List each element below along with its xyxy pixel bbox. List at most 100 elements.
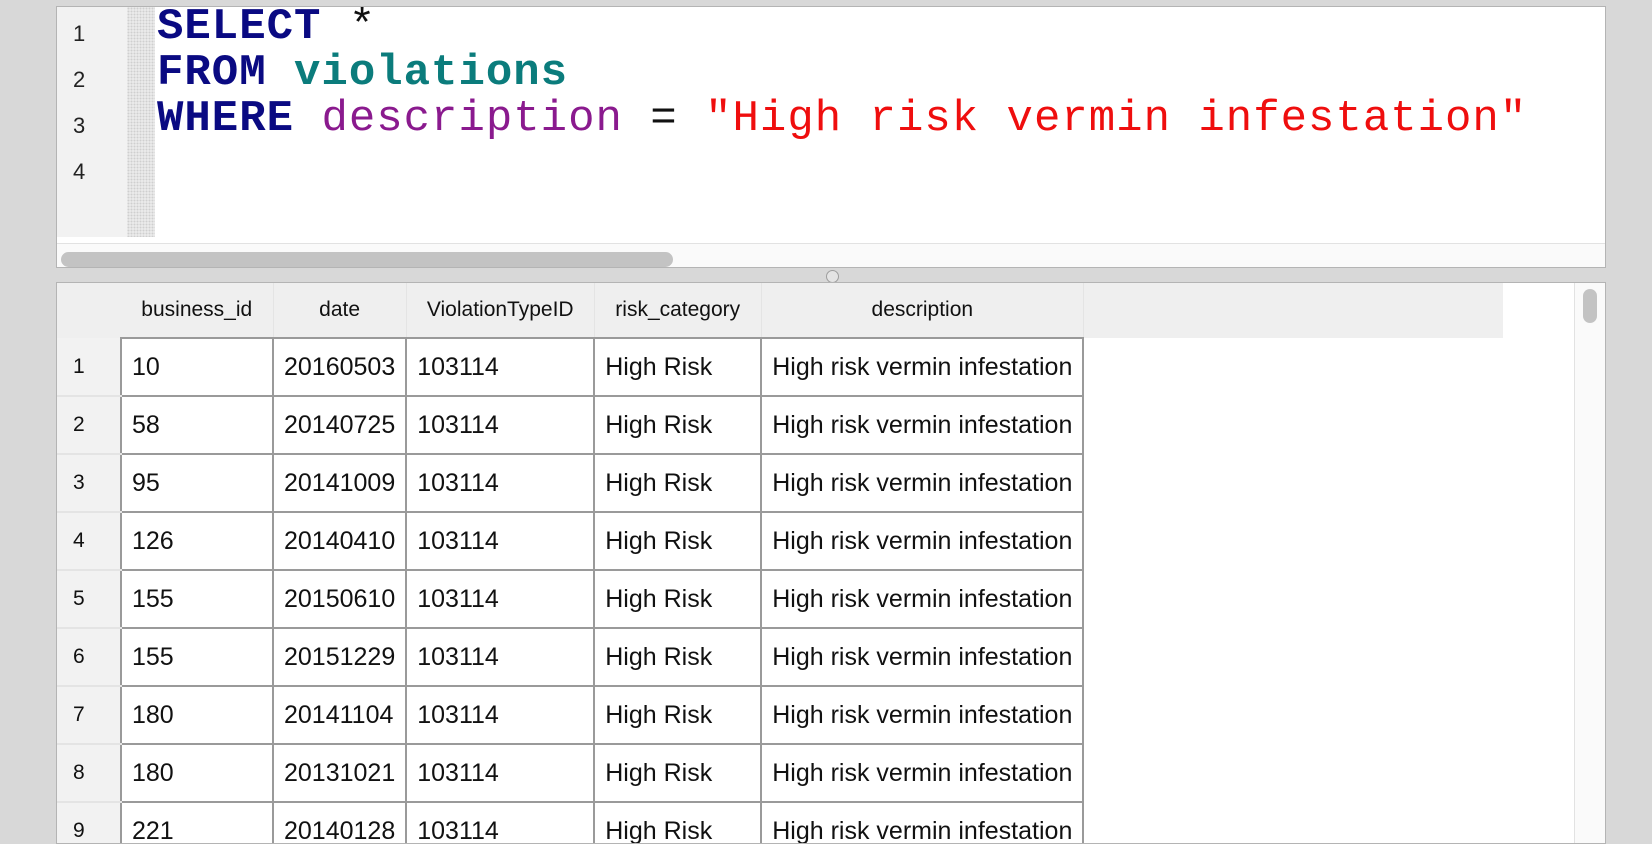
table-row[interactable]: 5 155 20150610 103114 High Risk High ris… bbox=[57, 569, 1504, 629]
cell-violation-type-id[interactable]: 103114 bbox=[405, 743, 596, 803]
cell-violation-type-id[interactable]: 103114 bbox=[405, 453, 596, 513]
row-filler bbox=[1083, 338, 1504, 396]
cell-business-id[interactable]: 155 bbox=[120, 569, 274, 629]
sql-editor[interactable]: 1 2 3 4 SELECT * FROM violations WHERE d… bbox=[56, 6, 1606, 268]
cell-risk-category[interactable]: High Risk bbox=[593, 395, 763, 455]
row-filler bbox=[1083, 628, 1504, 686]
cell-business-id[interactable]: 221 bbox=[120, 801, 274, 843]
code-line-3[interactable]: WHERE description = "High risk vermin in… bbox=[157, 95, 1527, 143]
vertical-scrollbar-thumb[interactable] bbox=[1583, 289, 1597, 323]
column-header[interactable]: risk_category bbox=[594, 283, 762, 338]
sql-string-literal: "High risk vermin infestation" bbox=[705, 94, 1528, 144]
row-number: 3 bbox=[57, 454, 121, 513]
cell-date[interactable]: 20131021 bbox=[271, 743, 408, 803]
row-filler bbox=[1083, 744, 1504, 802]
cell-risk-category[interactable]: High Risk bbox=[593, 627, 763, 687]
cell-date[interactable]: 20140128 bbox=[271, 801, 408, 843]
vertical-scrollbar[interactable] bbox=[1574, 283, 1605, 843]
table-row[interactable]: 8 180 20131021 103114 High Risk High ris… bbox=[57, 743, 1504, 803]
table-row[interactable]: 1 10 20160503 103114 High Risk High risk… bbox=[57, 337, 1504, 397]
cell-description[interactable]: High risk vermin infestation bbox=[760, 627, 1085, 687]
cell-description[interactable]: High risk vermin infestation bbox=[760, 801, 1085, 843]
horizontal-scrollbar[interactable] bbox=[57, 243, 1605, 267]
row-filler bbox=[1083, 512, 1504, 570]
sql-keyword: WHERE bbox=[157, 94, 295, 144]
line-number: 2 bbox=[73, 67, 86, 92]
cell-description[interactable]: High risk vermin infestation bbox=[760, 511, 1085, 571]
sql-keyword: SELECT bbox=[157, 6, 322, 52]
sql-operator: = bbox=[622, 94, 706, 144]
row-number: 6 bbox=[57, 628, 121, 687]
table-row[interactable]: 3 95 20141009 103114 High Risk High risk… bbox=[57, 453, 1504, 513]
column-header[interactable]: ViolationTypeID bbox=[406, 283, 595, 338]
cell-business-id[interactable]: 155 bbox=[120, 627, 274, 687]
cell-risk-category[interactable]: High Risk bbox=[593, 569, 763, 629]
cell-violation-type-id[interactable]: 103114 bbox=[405, 395, 596, 455]
row-number: 7 bbox=[57, 686, 121, 745]
cell-description[interactable]: High risk vermin infestation bbox=[760, 337, 1085, 397]
cell-description[interactable]: High risk vermin infestation bbox=[760, 743, 1085, 803]
row-number: 9 bbox=[57, 802, 121, 843]
cell-date[interactable]: 20141104 bbox=[271, 685, 408, 745]
row-number: 2 bbox=[57, 396, 121, 455]
cell-violation-type-id[interactable]: 103114 bbox=[405, 337, 596, 397]
line-number-gutter: 1 2 3 4 bbox=[57, 7, 127, 237]
cell-date[interactable]: 20140725 bbox=[271, 395, 408, 455]
fold-margin bbox=[127, 7, 155, 237]
column-header[interactable]: description bbox=[761, 283, 1084, 338]
cell-business-id[interactable]: 126 bbox=[120, 511, 274, 571]
column-header[interactable]: business_id bbox=[121, 283, 274, 338]
cell-violation-type-id[interactable]: 103114 bbox=[405, 801, 596, 843]
header-filler bbox=[1083, 283, 1504, 338]
code-area[interactable]: SELECT * FROM violations WHERE descripti… bbox=[157, 7, 1605, 237]
row-number: 8 bbox=[57, 744, 121, 803]
cell-description[interactable]: High risk vermin infestation bbox=[760, 685, 1085, 745]
horizontal-scrollbar-thumb[interactable] bbox=[61, 252, 673, 267]
results-table: business_id date ViolationTypeID risk_ca… bbox=[57, 283, 1504, 843]
line-number: 4 bbox=[73, 159, 86, 184]
cell-description[interactable]: High risk vermin infestation bbox=[760, 395, 1085, 455]
cell-violation-type-id[interactable]: 103114 bbox=[405, 627, 596, 687]
cell-violation-type-id[interactable]: 103114 bbox=[405, 511, 596, 571]
cell-business-id[interactable]: 10 bbox=[120, 337, 274, 397]
results-body: 1 10 20160503 103114 High Risk High risk… bbox=[57, 337, 1504, 843]
table-row[interactable]: 2 58 20140725 103114 High Risk High risk… bbox=[57, 395, 1504, 455]
header-row: business_id date ViolationTypeID risk_ca… bbox=[57, 283, 1504, 338]
row-filler bbox=[1083, 396, 1504, 454]
sql-keyword: FROM bbox=[157, 48, 267, 98]
sql-column-name: description bbox=[321, 94, 623, 144]
cell-risk-category[interactable]: High Risk bbox=[593, 337, 763, 397]
cell-date[interactable]: 20141009 bbox=[271, 453, 408, 513]
cell-risk-category[interactable]: High Risk bbox=[593, 511, 763, 571]
row-number: 1 bbox=[57, 338, 121, 397]
cell-risk-category[interactable]: High Risk bbox=[593, 743, 763, 803]
code-line-2[interactable]: FROM violations bbox=[157, 49, 568, 97]
line-number: 3 bbox=[73, 113, 86, 138]
row-filler bbox=[1083, 686, 1504, 744]
cell-date[interactable]: 20140410 bbox=[271, 511, 408, 571]
table-row[interactable]: 9 221 20140128 103114 High Risk High ris… bbox=[57, 801, 1504, 843]
cell-date[interactable]: 20151229 bbox=[271, 627, 408, 687]
cell-risk-category[interactable]: High Risk bbox=[593, 685, 763, 745]
column-header[interactable]: date bbox=[273, 283, 407, 338]
cell-business-id[interactable]: 58 bbox=[120, 395, 274, 455]
cell-date[interactable]: 20160503 bbox=[271, 337, 408, 397]
results-grid[interactable]: business_id date ViolationTypeID risk_ca… bbox=[56, 282, 1606, 844]
cell-date[interactable]: 20150610 bbox=[271, 569, 408, 629]
cell-violation-type-id[interactable]: 103114 bbox=[405, 569, 596, 629]
code-line-1[interactable]: SELECT * bbox=[157, 6, 376, 52]
cell-violation-type-id[interactable]: 103114 bbox=[405, 685, 596, 745]
cell-risk-category[interactable]: High Risk bbox=[593, 453, 763, 513]
cell-business-id[interactable]: 180 bbox=[120, 685, 274, 745]
table-row[interactable]: 6 155 20151229 103114 High Risk High ris… bbox=[57, 627, 1504, 687]
line-number: 1 bbox=[73, 21, 86, 46]
row-number: 4 bbox=[57, 512, 121, 571]
cell-business-id[interactable]: 95 bbox=[120, 453, 274, 513]
sql-table-name: violations bbox=[294, 48, 569, 98]
table-row[interactable]: 7 180 20141104 103114 High Risk High ris… bbox=[57, 685, 1504, 745]
cell-description[interactable]: High risk vermin infestation bbox=[760, 453, 1085, 513]
cell-risk-category[interactable]: High Risk bbox=[593, 801, 763, 843]
cell-description[interactable]: High risk vermin infestation bbox=[760, 569, 1085, 629]
table-row[interactable]: 4 126 20140410 103114 High Risk High ris… bbox=[57, 511, 1504, 571]
cell-business-id[interactable]: 180 bbox=[120, 743, 274, 803]
